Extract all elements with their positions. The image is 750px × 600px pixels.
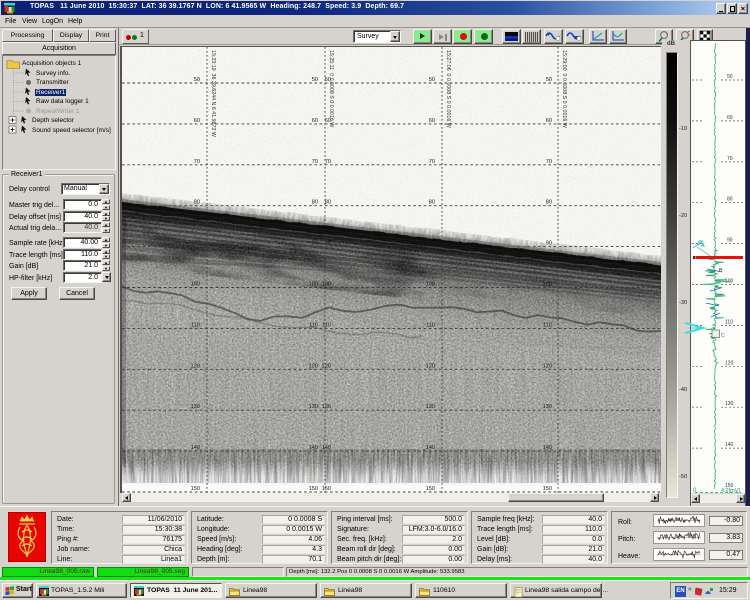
- svg-text:80: 80: [312, 200, 318, 206]
- svg-text:130: 130: [191, 404, 200, 410]
- svg-text:50: 50: [429, 77, 435, 83]
- svg-text:150: 150: [543, 486, 552, 492]
- svg-text:15:25:11 0 0.0008 S 0 0.0016: 15:25:11 0 0.0008 S 0 0.0016 W: [328, 50, 334, 127]
- svg-text:80: 80: [727, 197, 733, 203]
- svg-text:90: 90: [312, 241, 318, 247]
- svg-text:90: 90: [325, 241, 331, 247]
- svg-text:100: 100: [322, 282, 331, 288]
- svg-text:50: 50: [546, 77, 552, 83]
- svg-text:15:23:19 36 39.6244 N 6 41.98: 15:23:19 36 39.6244 N 6 41.9872 W: [210, 50, 216, 137]
- svg-text:120: 120: [322, 363, 331, 369]
- svg-text:150: 150: [322, 486, 331, 492]
- svg-text:15:29:00 0 0.0008 S 0 0.0016: 15:29:00 0 0.0008 S 0 0.0016 W: [561, 50, 567, 128]
- svg-text:15:27:06 0 0.0008 S 0 0.0016: 15:27:06 0 0.0008 S 0 0.0016 W: [445, 50, 451, 128]
- svg-text:120: 120: [543, 363, 552, 369]
- svg-text:70: 70: [727, 156, 733, 162]
- svg-text:90: 90: [194, 241, 200, 247]
- svg-text:4.2[mV]: 4.2[mV]: [721, 488, 740, 493]
- svg-text:60: 60: [312, 118, 318, 124]
- svg-text:140: 140: [543, 445, 552, 451]
- svg-text:100: 100: [191, 282, 200, 288]
- svg-text:100: 100: [543, 282, 552, 288]
- svg-text:60: 60: [429, 118, 435, 124]
- svg-text:120: 120: [191, 363, 200, 369]
- svg-text:60: 60: [727, 115, 733, 121]
- svg-text:140: 140: [322, 445, 331, 451]
- svg-text:B: B: [719, 268, 723, 274]
- svg-text:110: 110: [426, 322, 435, 328]
- svg-text:80: 80: [429, 200, 435, 206]
- svg-text:130: 130: [426, 404, 435, 410]
- svg-text:150: 150: [309, 486, 318, 492]
- svg-text:70: 70: [325, 159, 331, 165]
- svg-text:70: 70: [546, 159, 552, 165]
- svg-text:90: 90: [727, 238, 733, 244]
- svg-text:50: 50: [312, 77, 318, 83]
- svg-text:150: 150: [426, 486, 435, 492]
- svg-text:110: 110: [322, 322, 331, 328]
- svg-text:140: 140: [725, 442, 734, 448]
- svg-text:130: 130: [322, 404, 331, 410]
- svg-text:50: 50: [727, 74, 733, 80]
- svg-text:80: 80: [546, 200, 552, 206]
- svg-text:70: 70: [194, 159, 200, 165]
- svg-text:60: 60: [194, 118, 200, 124]
- svg-text:60: 60: [546, 118, 552, 124]
- svg-text:100: 100: [426, 282, 435, 288]
- svg-text:110: 110: [191, 322, 200, 328]
- svg-text:110: 110: [543, 322, 552, 328]
- svg-text:100: 100: [309, 282, 318, 288]
- svg-text:50: 50: [194, 77, 200, 83]
- svg-text:70: 70: [312, 159, 318, 165]
- svg-text:150: 150: [191, 486, 200, 492]
- svg-text:140: 140: [191, 445, 200, 451]
- svg-text:130: 130: [309, 404, 318, 410]
- svg-text:110: 110: [309, 322, 318, 328]
- svg-text:140: 140: [426, 445, 435, 451]
- svg-text:70: 70: [429, 159, 435, 165]
- svg-text:120: 120: [426, 363, 435, 369]
- svg-text:130: 130: [725, 401, 734, 407]
- svg-text:120: 120: [725, 360, 734, 366]
- svg-text:110: 110: [725, 319, 733, 325]
- svg-text:130: 130: [543, 404, 552, 410]
- svg-text:120: 120: [309, 363, 318, 369]
- svg-text:C: C: [721, 333, 725, 339]
- svg-text:A: A: [701, 243, 705, 249]
- svg-text:80: 80: [325, 200, 331, 206]
- svg-text:140: 140: [309, 445, 318, 451]
